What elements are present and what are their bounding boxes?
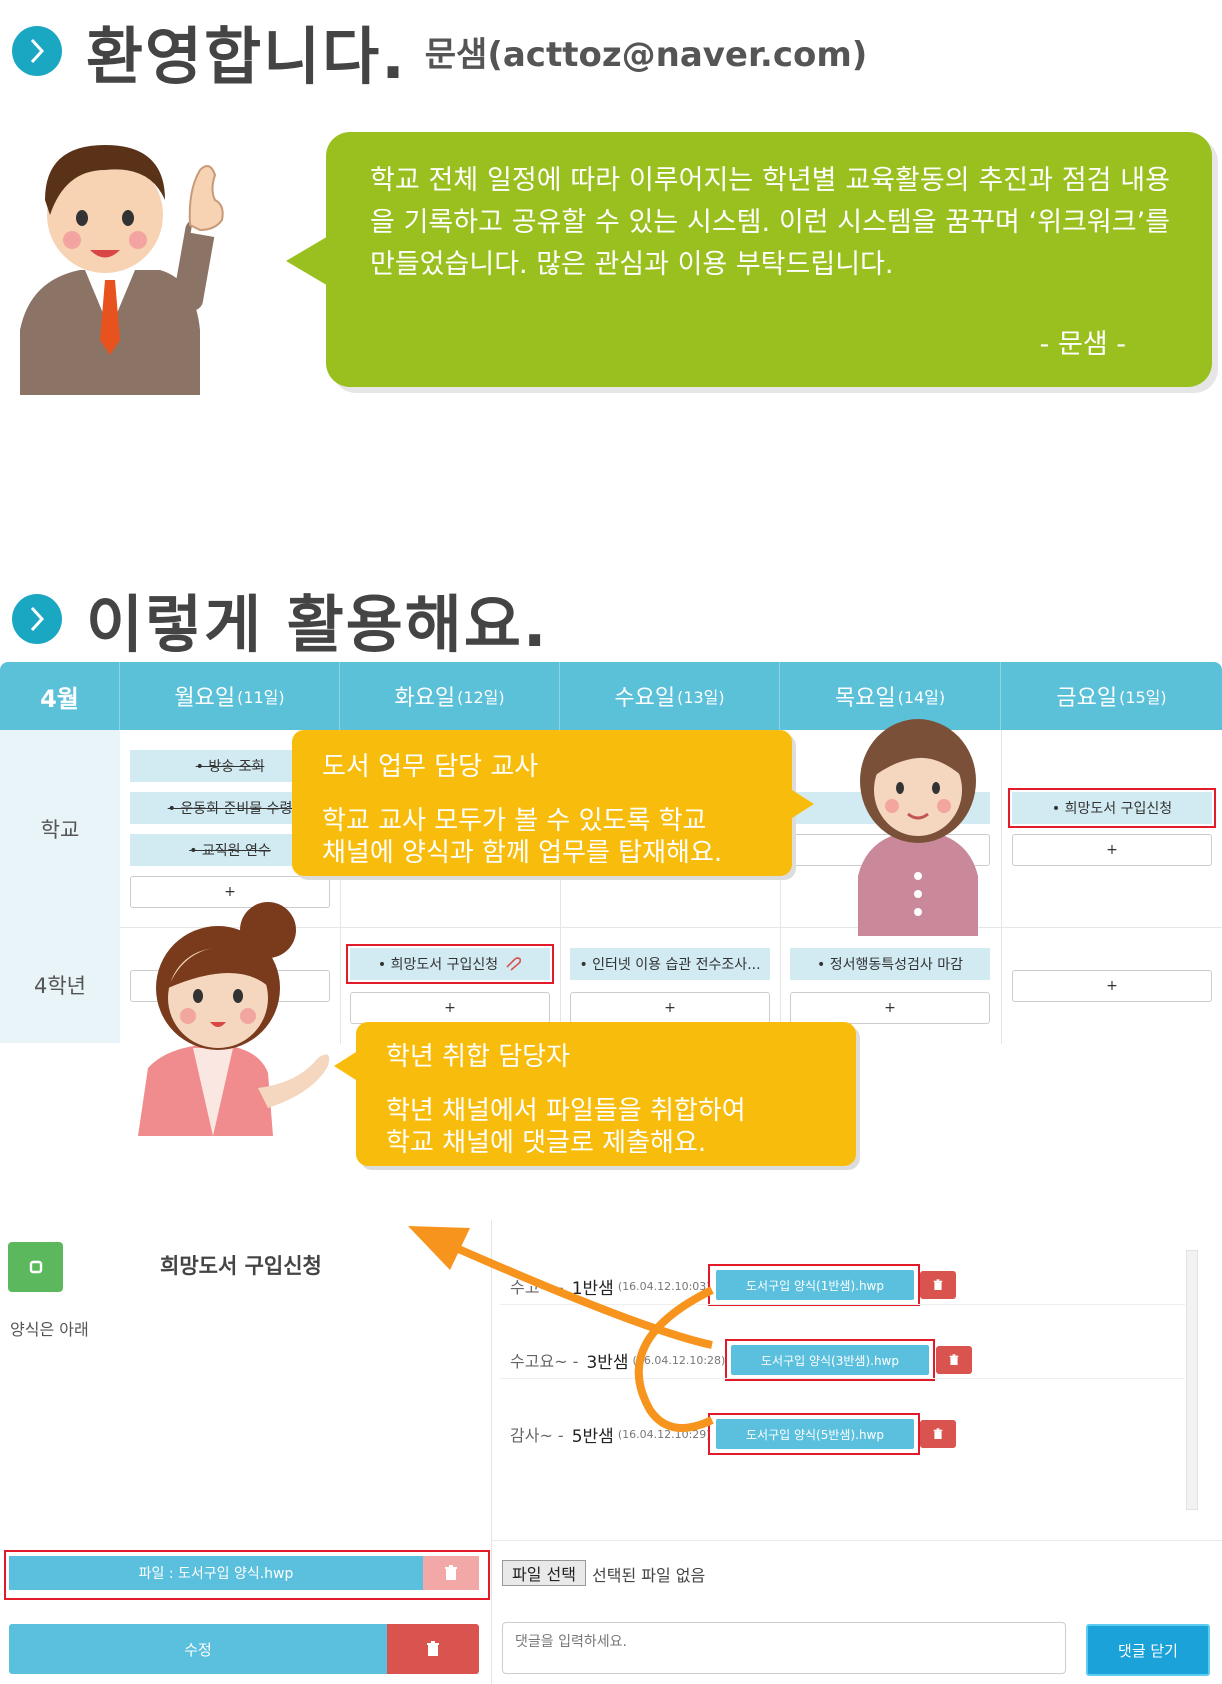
welcome-message: 학교 전체 일정에 따라 이루어지는 학년별 교육활동의 추진과 점검 내용을 … xyxy=(370,165,1170,280)
column-divider xyxy=(1001,730,1002,1044)
highlight-box xyxy=(4,1550,490,1600)
comment-item: 감사~ -5반샘 (16.04.12.10:29) xyxy=(510,1426,711,1447)
add-event-button[interactable]: + xyxy=(350,992,550,1024)
welcome-signature: - 문샘 - xyxy=(1039,329,1126,360)
usage-title: 이렇게 활용해요. xyxy=(86,588,549,661)
callout-title: 학년 취합 담당자 xyxy=(386,1042,570,1072)
add-event-button[interactable]: + xyxy=(1012,970,1212,1002)
chevron-right-icon xyxy=(12,26,62,76)
trash-icon xyxy=(933,1428,943,1439)
choose-file-button[interactable]: 파일 선택 xyxy=(502,1560,586,1586)
comment-separator xyxy=(500,1304,1185,1305)
welcome-heading: 환영합니다. 문샘(acttoz@naver.com) xyxy=(12,6,867,96)
post-title: 희망도서 구입신청 xyxy=(160,1254,322,1278)
day-header-mon: 월요일 (11일) xyxy=(120,662,340,730)
trash-icon xyxy=(933,1279,943,1290)
chevron-right-icon xyxy=(12,594,62,644)
highlight-box xyxy=(708,1264,920,1306)
callout-line: 학교 채널에 댓글로 제출해요. xyxy=(386,1128,707,1158)
comment-item: 수고요~ -3반샘 (16.04.12.10:28) xyxy=(510,1352,726,1373)
post-toggle-button[interactable] xyxy=(8,1242,63,1292)
add-event-button[interactable]: + xyxy=(570,992,770,1024)
comment-separator xyxy=(500,1378,1185,1379)
trash-icon xyxy=(949,1354,959,1365)
day-header-fri: 금요일 (15일) xyxy=(1056,686,1167,711)
calendar-header: 4월 월요일 (11일) 화요일 (12일) 수요일 (13일) 목요일 (14일) 금… xyxy=(0,662,1222,730)
comments-scrollbar[interactable] xyxy=(1186,1250,1198,1510)
delete-comment-button[interactable] xyxy=(920,1420,956,1448)
panel-separator xyxy=(492,1540,1222,1541)
callout-tail xyxy=(792,790,814,818)
add-event-button[interactable]: + xyxy=(1012,834,1212,866)
callout-line: 학교 교사 모두가 볼 수 있도록 학교 xyxy=(322,806,707,836)
grade-coordinator-illustration xyxy=(138,902,330,1136)
row-label-grade: 4학년 xyxy=(0,927,120,1043)
highlight-box xyxy=(725,1339,935,1381)
day-header-tue: 화요일 (12일) xyxy=(340,662,560,730)
event-item[interactable]: • 인터넷 이용 습관 전수조사... xyxy=(570,948,770,980)
callout-line: 학년 채널에서 파일들을 취합하여 xyxy=(386,1096,746,1126)
delete-comment-button[interactable] xyxy=(920,1271,956,1299)
square-icon xyxy=(29,1260,42,1274)
callout-line: 채널에 양식과 함께 업무를 탑재해요. xyxy=(322,838,723,868)
teacher-man-illustration xyxy=(20,145,224,395)
welcome-speech-bubble: 학교 전체 일정에 따라 이루어지는 학년별 교육활동의 추진과 점검 내용을 … xyxy=(326,132,1212,387)
file-status: 선택된 파일 없음 xyxy=(592,1566,706,1585)
post-detail-panel: 희망도서 구입신청 양식은 아래 파일 : 도서구입 양식.hwp 수정 수고~… xyxy=(0,1220,1222,1684)
delete-comment-button[interactable] xyxy=(936,1346,972,1374)
post-body: 양식은 아래 xyxy=(10,1320,89,1339)
row-label-school: 학교 xyxy=(0,730,120,927)
callout-title: 도서 업무 담당 교사 xyxy=(322,752,539,782)
comment-input[interactable]: 댓글을 입력하세요. xyxy=(502,1622,1066,1674)
day-header-wed: 수요일 (13일) xyxy=(560,662,780,730)
callout-tail xyxy=(334,1052,356,1080)
add-event-button[interactable]: + xyxy=(790,992,990,1024)
edit-button[interactable]: 수정 xyxy=(9,1624,387,1674)
calendar-month: 4월 xyxy=(0,662,120,730)
author-info: 문샘(acttoz@naver.com) xyxy=(424,34,868,75)
highlight-box xyxy=(708,1413,920,1455)
panel-divider xyxy=(491,1220,492,1684)
callout-grade-coordinator: 학년 취합 담당자 학년 채널에서 파일들을 취합하여 학교 채널에 댓글로 제… xyxy=(356,1022,856,1166)
comment-item: 수고~ -1반샘 (16.04.12.10:03) xyxy=(510,1278,711,1299)
delete-post-button[interactable] xyxy=(387,1624,479,1674)
highlight-box xyxy=(346,944,554,984)
teacher-woman-illustration xyxy=(858,719,978,936)
callout-book-teacher: 도서 업무 담당 교사 학교 교사 모두가 볼 수 있도록 학교 채널에 양식과… xyxy=(292,730,792,876)
usage-heading: 이렇게 활용해요. xyxy=(12,574,548,664)
highlight-box xyxy=(1008,788,1216,828)
speech-bubble-tail xyxy=(286,235,330,287)
welcome-title: 환영합니다. xyxy=(86,20,407,93)
trash-icon xyxy=(427,1641,439,1656)
event-item[interactable]: • 정서행동특성검사 마감 xyxy=(790,948,990,980)
close-comments-button[interactable]: 댓글 닫기 xyxy=(1086,1624,1210,1676)
